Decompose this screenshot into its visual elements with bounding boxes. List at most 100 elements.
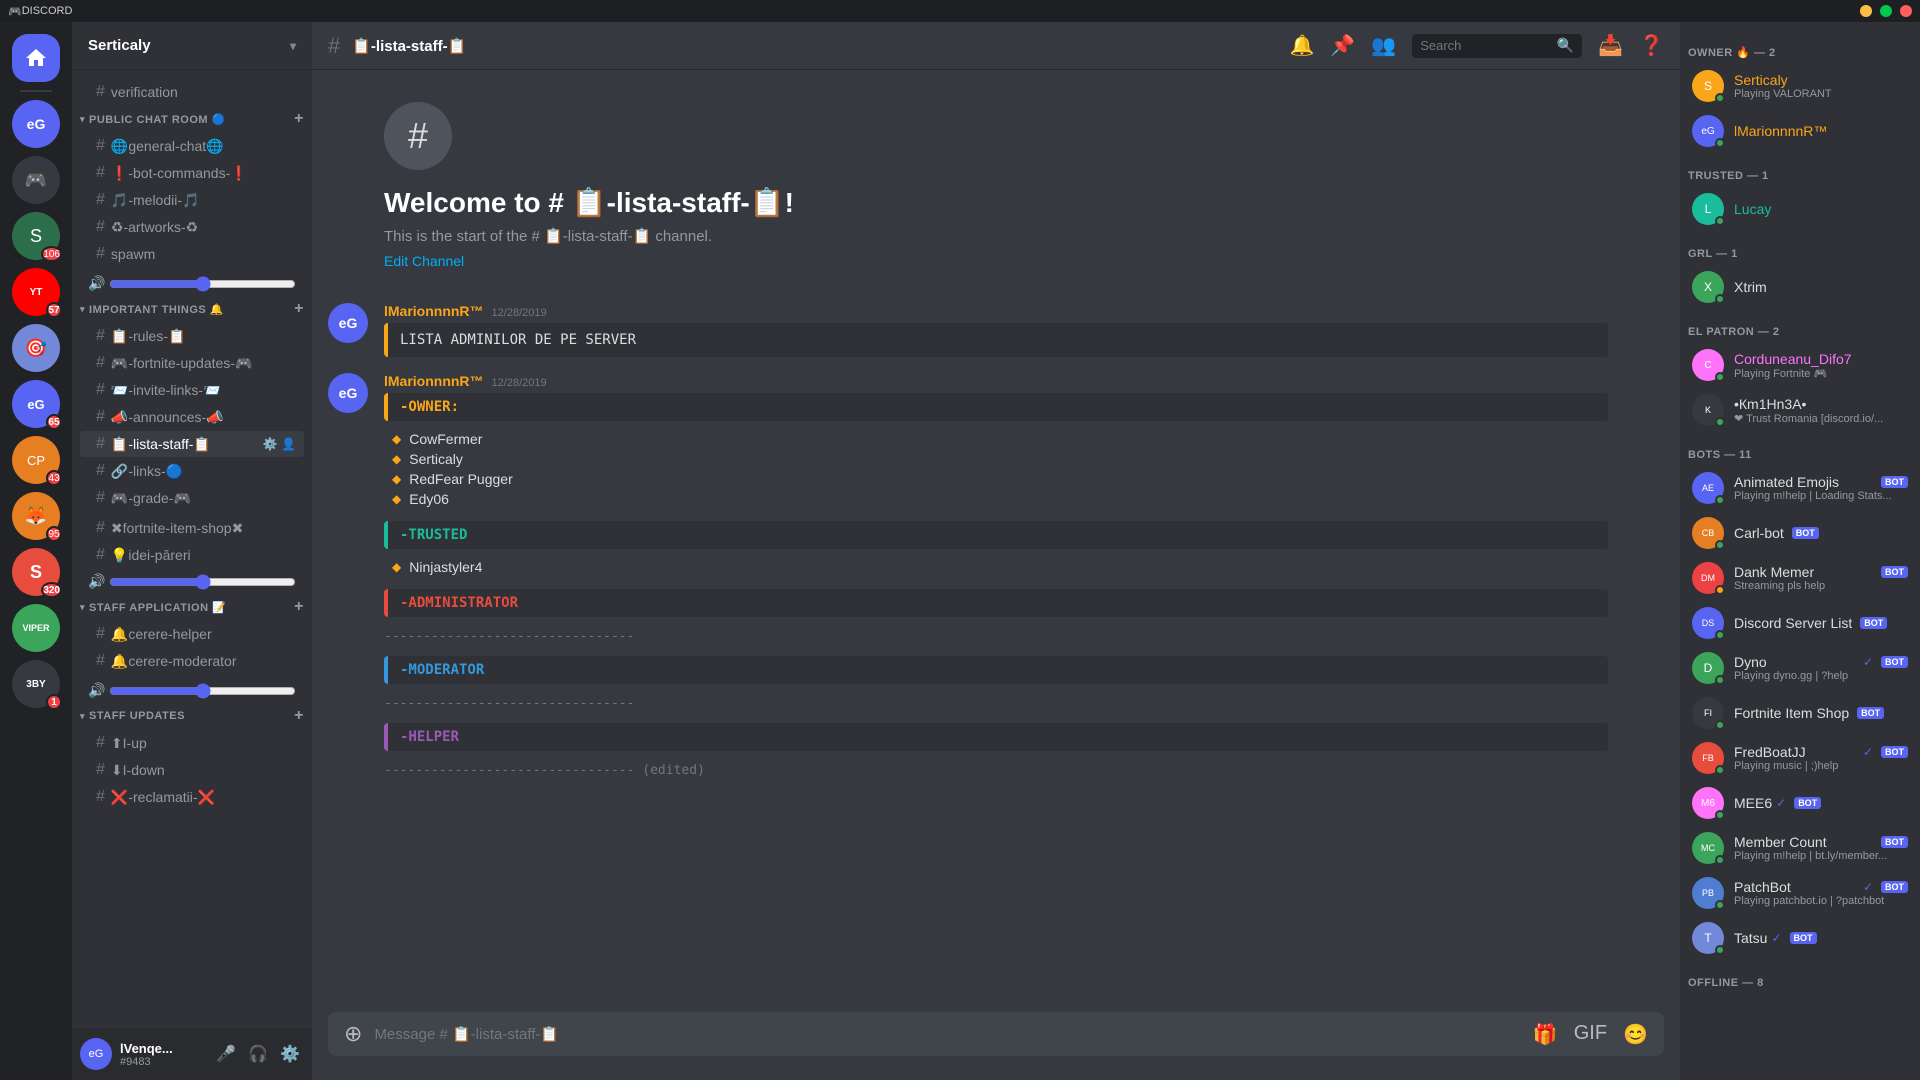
member-row-corduneanu[interactable]: C Corduneanu_Difo7 Playing Fortnite 🎮	[1684, 343, 1916, 387]
notification-bell-icon[interactable]: 🔔	[1289, 33, 1314, 58]
message-author-2[interactable]: lMarionnnnR™	[384, 373, 484, 389]
category-add-icon[interactable]: +	[294, 707, 304, 725]
settings-icon[interactable]: ⚙️	[276, 1040, 304, 1068]
server-icon-eg2[interactable]: eG 65	[12, 380, 60, 428]
inbox-icon[interactable]: 📥	[1598, 33, 1623, 58]
message-add-icon[interactable]: ⊕	[344, 1021, 362, 1047]
channel-item-general-chat[interactable]: # 🌐general-chat🌐	[80, 133, 304, 159]
member-info-lucay: Lucay	[1734, 201, 1771, 217]
category-header-staff-application[interactable]: ▾ STAFF APPLICATION 📝 +	[72, 594, 312, 620]
server-icon-home[interactable]	[12, 34, 60, 82]
volume-slider-3[interactable]	[109, 683, 296, 699]
channel-item-verification[interactable]: # verification	[80, 79, 304, 105]
member-row-xtrim[interactable]: X Xtrim	[1684, 265, 1916, 309]
volume-slider[interactable]	[109, 276, 296, 292]
message-input[interactable]	[374, 1026, 1520, 1043]
microphone-icon[interactable]: 🎤	[212, 1040, 240, 1068]
member-row-carlbot[interactable]: CB Carl-bot BOT	[1684, 511, 1916, 555]
category-header-important-things[interactable]: ▾ IMPORTANT THINGS 🔔 +	[72, 296, 312, 322]
member-sub-dank-memer: Streaming pls help	[1734, 580, 1908, 592]
member-row-dank-memer[interactable]: DM Dank Memer BOT Streaming pls help	[1684, 556, 1916, 600]
member-row-fortnite-item-shop[interactable]: FI Fortnite Item Shop BOT	[1684, 691, 1916, 735]
server-divider	[20, 90, 52, 92]
channel-item-reclamatii[interactable]: # ❌-reclamatii-❌	[80, 784, 304, 810]
channel-item-fortnite-updates[interactable]: # 🎮-fortnite-updates-🎮	[80, 350, 304, 376]
channel-item-lista-staff[interactable]: # 📋-lista-staff-📋 ⚙️ 👤	[80, 431, 304, 457]
channel-welcome-title: Welcome to # 📋-lista-staff-📋!	[384, 186, 1608, 219]
member-row-lucay[interactable]: L Lucay	[1684, 187, 1916, 231]
channel-item-rules[interactable]: # 📋-rules-📋	[80, 323, 304, 349]
members-icon[interactable]: 👥	[1371, 33, 1396, 58]
minimize-button[interactable]	[1860, 5, 1872, 17]
member-row-marionnnr[interactable]: eG lMarionnnnR™	[1684, 109, 1916, 153]
section-admin-header: -ADMINISTRATOR	[384, 589, 1608, 617]
member-row-mee6[interactable]: M6 MEE6 ✓ BOT	[1684, 781, 1916, 825]
channel-item-spawm[interactable]: # spawm	[80, 241, 304, 267]
category-add-icon[interactable]: +	[294, 300, 304, 318]
gif-icon[interactable]: GIF	[1574, 1022, 1607, 1047]
member-row-dyno[interactable]: D Dyno ✓ BOT Playing dyno.gg | ?help	[1684, 646, 1916, 690]
channel-hash-icon: #	[96, 489, 105, 507]
message-author-1[interactable]: lMarionnnnR™	[384, 303, 484, 319]
channel-item-grade[interactable]: # 🎮-grade-🎮	[80, 485, 304, 511]
emoji-icon[interactable]: 😊	[1623, 1022, 1648, 1047]
channel-item-fortnite-shop[interactable]: # ✖fortnite-item-shop✖	[80, 515, 304, 541]
member-avatar-marionnnr: eG	[1692, 115, 1724, 147]
channel-item-i-up[interactable]: # ⬆I-up	[80, 730, 304, 756]
channel-item-artworks[interactable]: # ♻-artworks-♻	[80, 214, 304, 240]
channel-hash-icon: #	[96, 218, 105, 236]
server-icon-yt[interactable]: YT 57	[12, 268, 60, 316]
member-sub-mc: Playing m!help | bt.ly/member...	[1734, 850, 1908, 862]
server-badge-eg2: 65	[46, 414, 62, 430]
channel-item-invite-links[interactable]: # 📨-invite-links-📨	[80, 377, 304, 403]
channel-item-bot-commands[interactable]: # ❗-bot-commands-❗	[80, 160, 304, 186]
server-icon-s[interactable]: S 320	[12, 548, 60, 596]
channel-item-idei-pareri[interactable]: # 💡idei-păreri	[80, 542, 304, 568]
member-row-km1hn3[interactable]: K •Кm1Нn3А• ❤ Trust Romania [discord.io/…	[1684, 388, 1916, 432]
edit-channel-link[interactable]: Edit Channel	[384, 253, 464, 269]
server-icon-cp[interactable]: CP 43	[12, 436, 60, 484]
server-icon-3[interactable]: S 106	[12, 212, 60, 260]
member-row-serticaly[interactable]: S Serticaly Playing VALORANT	[1684, 64, 1916, 108]
server-icon-5[interactable]: 🎯	[12, 324, 60, 372]
category-add-icon[interactable]: +	[294, 110, 304, 128]
server-icon-fox[interactable]: 🦊 95	[12, 492, 60, 540]
category-add-icon[interactable]: +	[294, 598, 304, 616]
headphone-icon[interactable]: 🎧	[244, 1040, 272, 1068]
channel-item-i-down[interactable]: # ⬇I-down	[80, 757, 304, 783]
verified-icon-tatsu: ✓	[1771, 931, 1781, 945]
sidebar-header[interactable]: Serticaly ▾	[72, 22, 312, 70]
member-row-fredboat[interactable]: FB FredBoatJJ ✓ BOT Playing music | ;)he…	[1684, 736, 1916, 780]
sidebar-header-arrow: ▾	[290, 39, 296, 53]
maximize-button[interactable]	[1880, 5, 1892, 17]
category-header-public-chat[interactable]: ▾ PUBLIC CHAT ROOM 🔵 +	[72, 106, 312, 132]
server-icon-2[interactable]: 🎮	[12, 156, 60, 204]
server-icon-3by[interactable]: 3BY 1	[12, 660, 60, 708]
channel-item-announces[interactable]: # 📣-announces-📣	[80, 404, 304, 430]
channel-name-idei-pareri: 💡idei-păreri	[111, 547, 296, 564]
member-row-discord-server-list[interactable]: DS Discord Server List BOT	[1684, 601, 1916, 645]
channel-item-cerere-helper[interactable]: # 🔔cerere-helper	[80, 621, 304, 647]
volume-slider-2[interactable]	[109, 574, 296, 590]
channel-item-cerere-moderator[interactable]: # 🔔cerere-moderator	[80, 648, 304, 674]
close-button[interactable]	[1900, 5, 1912, 17]
channel-name-links: 🔗-links-🔵	[111, 463, 296, 480]
pin-icon[interactable]: 📌	[1330, 33, 1355, 58]
member-status-carlbot	[1715, 540, 1725, 550]
member-row-animated-emojis[interactable]: AE Animated Emojis BOT Playing m!help | …	[1684, 466, 1916, 510]
search-bar[interactable]: Search 🔍	[1412, 34, 1582, 58]
channel-item-links[interactable]: # 🔗-links-🔵	[80, 458, 304, 484]
member-name-tatsu: Tatsu	[1734, 930, 1767, 946]
server-icon-eg[interactable]: eG	[12, 100, 60, 148]
channel-item-melodii[interactable]: # 🎵-melodii-🎵	[80, 187, 304, 213]
member-row-member-count[interactable]: MC Member Count BOT Playing m!help | bt.…	[1684, 826, 1916, 870]
category-header-staff-updates[interactable]: ▾ STAFF UPDATES +	[72, 703, 312, 729]
channel-hash-icon: #	[96, 435, 105, 453]
message-group-1: eG lMarionnnnR™ 12/28/2019 LISTA ADMINIL…	[312, 295, 1680, 365]
member-row-tatsu[interactable]: T Tatsu ✓ BOT	[1684, 916, 1916, 960]
member-name-dsl: Discord Server List	[1734, 615, 1852, 631]
server-icon-viper[interactable]: VIPER	[12, 604, 60, 652]
member-row-patchbot[interactable]: PB PatchBot ✓ BOT Playing patchbot.io | …	[1684, 871, 1916, 915]
gift-icon[interactable]: 🎁	[1533, 1022, 1558, 1047]
help-icon[interactable]: ❓	[1639, 33, 1664, 58]
